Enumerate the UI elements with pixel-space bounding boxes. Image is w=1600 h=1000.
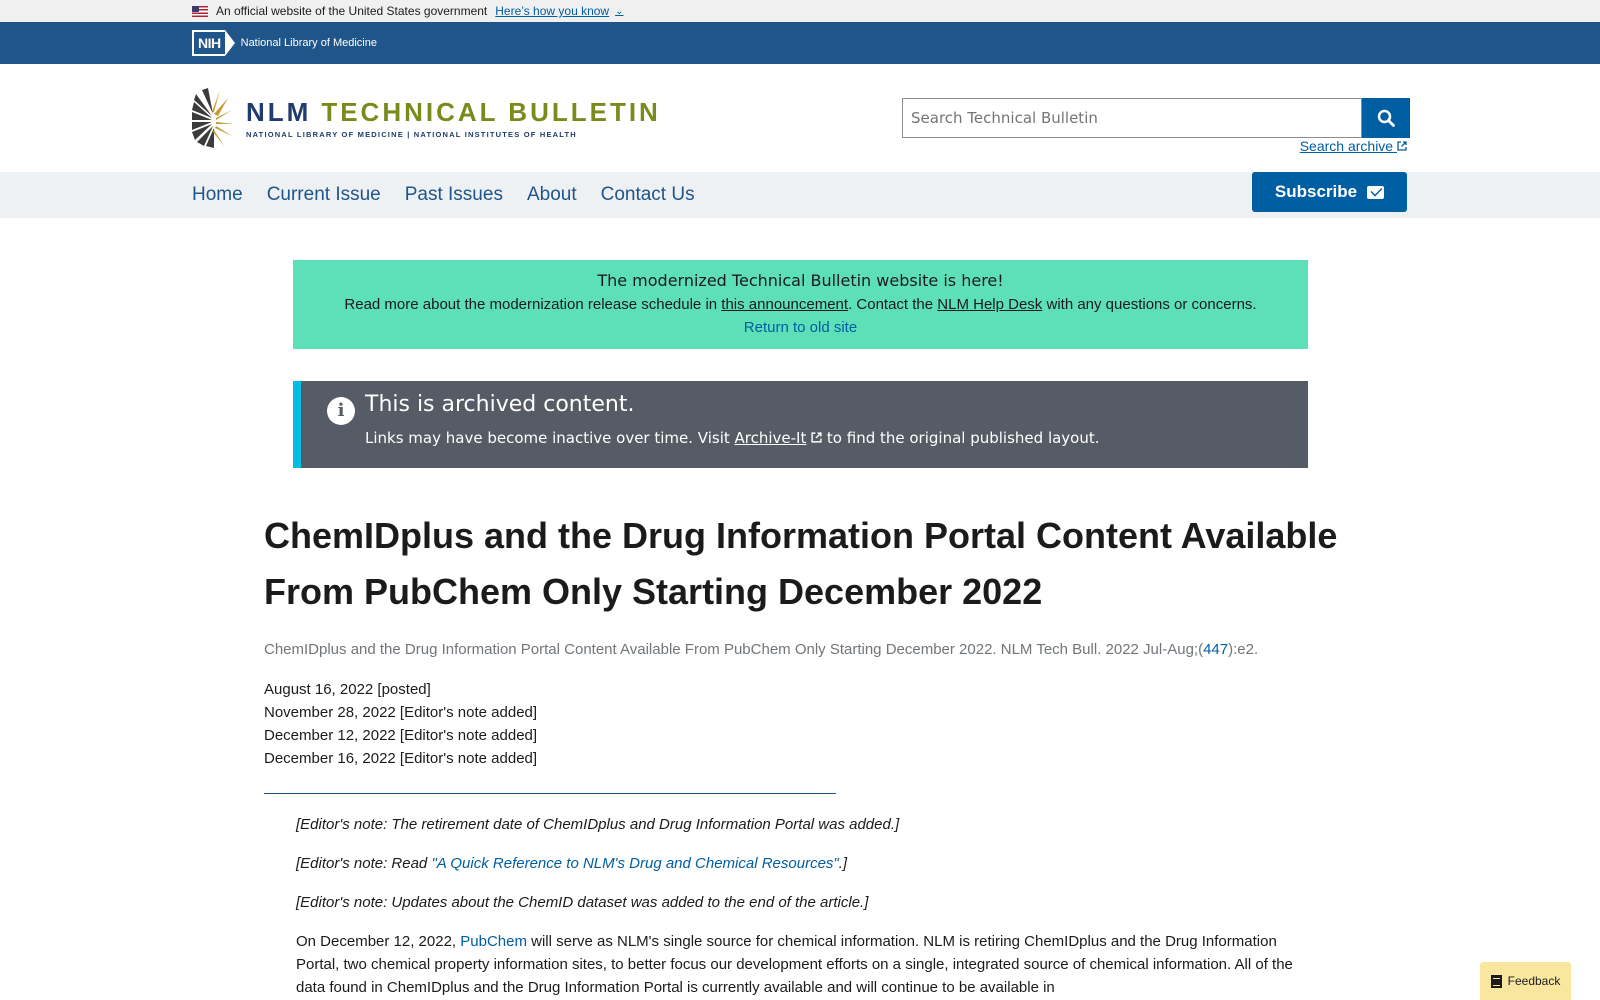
article-body: [Editor's note: The retirement date of C…: [296, 813, 1296, 999]
feedback-button[interactable]: Feedback: [1480, 962, 1571, 1000]
heres-how-you-know-label: Here’s how you know: [495, 4, 610, 18]
nih-logo-mark: NIH: [192, 30, 225, 56]
editor-note: [Editor's note: Updates about the ChemID…: [296, 894, 869, 911]
editor-note: [Editor's note: Read "A Quick Reference …: [296, 852, 1296, 875]
citation-text-b: ):e2.: [1228, 641, 1259, 658]
announcement-heading: The modernized Technical Bulletin websit…: [597, 271, 1004, 290]
announcement-text-a: Read more about the modernization releas…: [344, 296, 722, 313]
logo-title-nlm: NLM: [246, 97, 312, 127]
search-archive-label: Search archive: [1299, 138, 1394, 154]
modernization-announcement: The modernized Technical Bulletin websit…: [293, 260, 1308, 349]
article-citation: ChemIDplus and the Drug Information Port…: [264, 641, 1258, 658]
external-link-icon: [1397, 141, 1407, 151]
us-flag-icon: [192, 5, 208, 17]
archived-text-a: Links may have become inactive over time…: [365, 429, 735, 447]
issue-447-link[interactable]: 447: [1203, 641, 1228, 658]
archive-it-label: Archive-It: [734, 429, 807, 447]
this-announcement-link[interactable]: this announcement: [721, 296, 848, 313]
envelope-icon: [1367, 185, 1385, 199]
nlm-help-desk-link[interactable]: NLM Help Desk: [937, 296, 1042, 313]
announcement-text-c: with any questions or concerns.: [1042, 296, 1257, 313]
nih-logo[interactable]: NIH National Library of Medicine: [192, 30, 377, 56]
date-line: November 28, 2022 [Editor's note added]: [264, 704, 538, 721]
archived-text: Links may have become inactive over time…: [365, 429, 1100, 447]
date-line: August 16, 2022 [posted]: [264, 681, 431, 698]
heres-how-you-know-link[interactable]: Here’s how you know ⌄: [495, 4, 623, 18]
editor-note-text-a: [Editor's note: Read: [296, 855, 432, 872]
external-link-icon: [811, 432, 822, 443]
return-to-old-site-link[interactable]: Return to old site: [293, 319, 1308, 336]
announcement-text: Read more about the modernization releas…: [293, 296, 1308, 313]
subscribe-button[interactable]: Subscribe: [1252, 172, 1407, 212]
article-title: ChemIDplus and the Drug Information Port…: [264, 515, 1338, 612]
search-icon: [1377, 109, 1395, 127]
site-header: NLM TECHNICAL BULLETIN NATIONAL LIBRARY O…: [0, 64, 1600, 172]
paragraph-text-a: On December 12, 2022,: [296, 933, 461, 950]
nlm-logo-icon: [192, 88, 234, 148]
logo-title: NLM TECHNICAL BULLETIN: [246, 97, 661, 128]
nih-arrow-icon: [224, 30, 235, 56]
article: ChemIDplus and the Drug Information Port…: [264, 508, 1344, 620]
site-logo[interactable]: NLM TECHNICAL BULLETIN NATIONAL LIBRARY O…: [192, 88, 661, 148]
main-nav: Home Current Issue Past Issues About Con…: [0, 172, 1600, 218]
archived-text-b: to find the original published layout.: [826, 429, 1100, 447]
citation-text-a: ChemIDplus and the Drug Information Port…: [264, 641, 1204, 658]
search-archive-link[interactable]: Search archive: [1300, 138, 1407, 154]
subscribe-label: Subscribe: [1274, 182, 1358, 201]
nav-current-issue[interactable]: Current Issue: [267, 184, 381, 206]
archive-it-link[interactable]: Archive-It: [735, 429, 807, 447]
gov-banner: An official website of the United States…: [0, 0, 1600, 22]
editor-note: [Editor's note: The retirement date of C…: [296, 816, 900, 833]
nav-home[interactable]: Home: [192, 184, 243, 206]
nav-past-issues[interactable]: Past Issues: [405, 184, 503, 206]
search-button[interactable]: [1362, 98, 1410, 138]
chevron-down-icon: ⌄: [615, 5, 624, 17]
logo-title-bulletin: TECHNICAL BULLETIN: [321, 97, 661, 127]
document-icon: [1490, 974, 1502, 988]
announcement-text-b: . Contact the: [848, 296, 938, 313]
article-paragraph: On December 12, 2022, PubChem will serve…: [296, 930, 1296, 999]
info-icon: i: [327, 397, 355, 425]
archived-heading: This is archived content.: [365, 392, 635, 417]
logo-subtitle: NATIONAL LIBRARY OF MEDICINE | NATIONAL …: [246, 130, 577, 139]
nih-bar: NIH National Library of Medicine: [0, 22, 1600, 64]
pubchem-link[interactable]: PubChem: [460, 933, 527, 950]
article-dates: August 16, 2022 [posted] November 28, 20…: [264, 678, 537, 770]
search-input[interactable]: [902, 98, 1362, 138]
divider: [264, 793, 836, 794]
nih-logo-name: National Library of Medicine: [240, 37, 377, 49]
nav-about[interactable]: About: [527, 184, 577, 206]
logo-text: NLM TECHNICAL BULLETIN NATIONAL LIBRARY O…: [246, 97, 661, 139]
gov-banner-text: An official website of the United States…: [216, 4, 488, 18]
editor-note-text-b: .]: [838, 855, 848, 872]
nav-contact-us[interactable]: Contact Us: [601, 184, 695, 206]
date-line: December 16, 2022 [Editor's note added]: [264, 750, 538, 767]
archived-content-alert: i This is archived content. Links may ha…: [293, 381, 1308, 468]
date-line: December 12, 2022 [Editor's note added]: [264, 727, 538, 744]
quick-reference-link[interactable]: "A Quick Reference to NLM's Drug and Che…: [431, 855, 838, 872]
feedback-label: Feedback: [1507, 974, 1561, 988]
search-form: [902, 98, 1410, 138]
